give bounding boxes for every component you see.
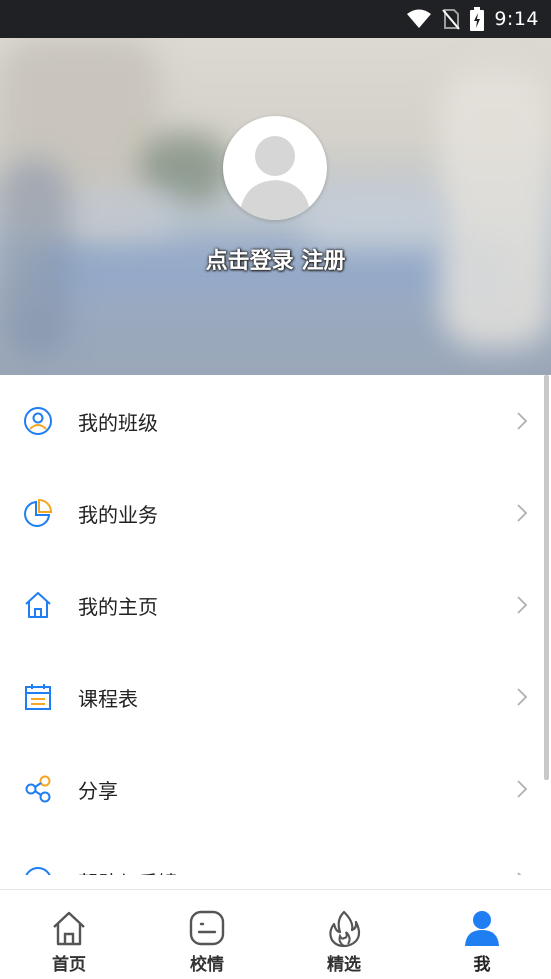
message-outline-icon	[187, 908, 227, 948]
menu-item-label: 帮助与反馈	[78, 867, 178, 876]
tab-label: 我	[473, 955, 491, 975]
login-link[interactable]: 点击登录	[206, 249, 294, 274]
battery-charging-icon	[470, 7, 485, 31]
tab-label: 精选	[327, 955, 361, 975]
background-blur	[300, 188, 450, 248]
chevron-right-icon	[512, 685, 532, 709]
menu-item-my-class[interactable]: 我的班级	[0, 375, 551, 467]
chevron-right-icon	[512, 593, 532, 617]
menu-item-timetable[interactable]: 课程表	[0, 651, 551, 743]
menu-item-help-feedback[interactable]: 帮助与反馈	[0, 835, 551, 875]
share-icon	[22, 773, 54, 805]
pie-chart-icon	[22, 497, 54, 529]
chevron-right-icon	[512, 869, 532, 875]
chevron-right-icon	[512, 409, 532, 433]
menu-item-my-homepage[interactable]: 我的主页	[0, 559, 551, 651]
menu-item-label: 我的班级	[78, 410, 158, 435]
chevron-right-icon	[512, 501, 532, 525]
no-sim-icon	[442, 8, 461, 30]
bottom-tab-bar: 首页 校情 精选 我	[0, 889, 551, 979]
profile-header: 点击登录 注册	[0, 38, 551, 375]
person-filled-icon	[462, 908, 502, 948]
help-icon	[22, 865, 54, 875]
user-circle-icon	[22, 405, 54, 437]
menu-item-share[interactable]: 分享	[0, 743, 551, 835]
avatar[interactable]	[223, 116, 327, 220]
menu-item-label: 分享	[78, 778, 118, 803]
calendar-icon	[22, 681, 54, 713]
status-bar: 9:14	[0, 0, 551, 38]
menu-item-label: 我的业务	[78, 502, 158, 527]
register-link[interactable]: 注册	[301, 249, 345, 274]
tab-featured[interactable]: 精选	[275, 890, 413, 979]
wifi-icon	[406, 9, 432, 29]
default-avatar-icon	[239, 136, 311, 220]
menu-item-label: 我的主页	[78, 594, 158, 619]
home-icon	[22, 589, 54, 621]
menu-item-label: 课程表	[78, 686, 138, 711]
login-register-line: 点击登录 注册	[0, 243, 551, 275]
background-blur	[60, 188, 180, 238]
background-blur	[440, 68, 551, 348]
tab-label: 校情	[190, 955, 224, 975]
tab-school-info[interactable]: 校情	[138, 890, 276, 979]
home-outline-icon	[49, 908, 89, 948]
status-time: 9:14	[494, 8, 539, 30]
menu-list: 我的班级 我的业务 我的主页 课程表 分享	[0, 375, 551, 875]
tab-home[interactable]: 首页	[0, 890, 138, 979]
flame-outline-icon	[324, 908, 364, 948]
tab-label: 首页	[52, 955, 86, 975]
menu-item-my-business[interactable]: 我的业务	[0, 467, 551, 559]
tab-me[interactable]: 我	[413, 890, 551, 979]
scrollbar[interactable]	[544, 375, 549, 780]
chevron-right-icon	[512, 777, 532, 801]
